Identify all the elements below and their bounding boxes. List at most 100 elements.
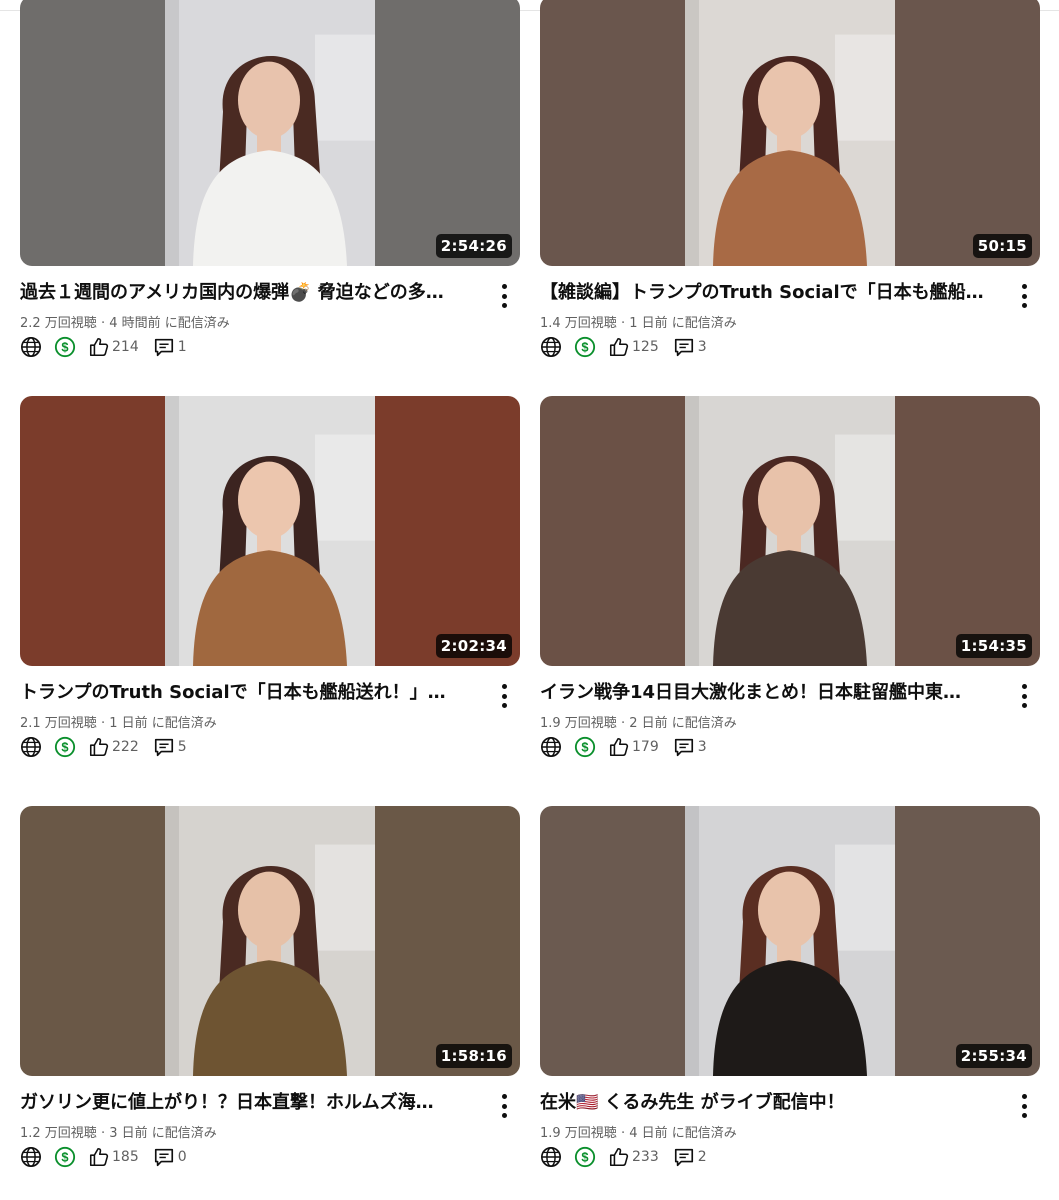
- thumbnail-backdrop-right: [375, 396, 520, 666]
- video-title[interactable]: 【雑談編】トランプのTruth Socialで「日本も艦船…: [540, 282, 990, 304]
- video-title[interactable]: トランプのTruth Socialで「日本も艦船送れ！」…: [20, 682, 470, 704]
- likes-count: 222: [112, 739, 139, 755]
- duration-badge: 1:54:35: [955, 634, 1032, 658]
- video-stats: $ 222 5: [20, 736, 187, 758]
- monetization-dollar-icon: $: [54, 336, 76, 358]
- presenter-figure: [685, 396, 895, 666]
- svg-text:$: $: [61, 740, 68, 755]
- thumbs-up-icon: [609, 737, 629, 757]
- thumbnail-backdrop-right: [895, 396, 1040, 666]
- likes-count: 179: [632, 739, 659, 755]
- video-meta: 2.1 万回視聴 · 1 日前 に配信済み: [20, 716, 217, 731]
- thumbs-up-icon: [89, 1147, 109, 1167]
- video-title[interactable]: ガソリン更に値上がり！？日本直撃！ホルムズ海…: [20, 1092, 470, 1114]
- video-thumbnail[interactable]: 2:55:34: [540, 806, 1040, 1076]
- likes-stat: 233: [608, 1146, 659, 1168]
- presenter-figure: [165, 806, 375, 1076]
- more-options-icon[interactable]: [1014, 684, 1034, 708]
- thumbnail-scene: [165, 806, 375, 1076]
- video-title[interactable]: 在米🇺🇸 くるみ先生 がライブ配信中！: [540, 1092, 990, 1114]
- thumbnail-backdrop-left: [20, 806, 165, 1076]
- video-thumbnail[interactable]: 2:54:26: [20, 0, 520, 266]
- video-title[interactable]: 過去１週間のアメリカ国内の爆弾💣 脅迫などの多…: [20, 282, 470, 304]
- thumbnail-scene: [685, 396, 895, 666]
- video-meta: 1.9 万回視聴 · 4 日前 に配信済み: [540, 1126, 737, 1141]
- video-stats: $ 179 3: [540, 736, 707, 758]
- video-stats: $ 214 1: [20, 336, 187, 358]
- thumbnail-scene: [165, 396, 375, 666]
- monetization-dollar-icon: $: [54, 1146, 76, 1168]
- thumbnail-backdrop-left: [20, 0, 165, 266]
- more-options-icon[interactable]: [494, 684, 514, 708]
- comment-icon: [674, 1148, 693, 1167]
- monetization-dollar-icon: $: [574, 736, 596, 758]
- likes-stat: 222: [88, 736, 139, 758]
- globe-icon: [541, 337, 561, 357]
- thumbnail-scene: [165, 0, 375, 266]
- video-thumbnail[interactable]: 50:15: [540, 0, 1040, 266]
- video-thumbnail[interactable]: 1:54:35: [540, 396, 1040, 666]
- thumbs-up-icon: [609, 337, 629, 357]
- presenter-figure: [165, 396, 375, 666]
- likes-count: 233: [632, 1149, 659, 1165]
- comments-count: 3: [697, 339, 707, 355]
- comments-count: 3: [697, 739, 707, 755]
- svg-text:$: $: [61, 1150, 68, 1165]
- video-meta: 1.4 万回視聴 · 1 日前 に配信済み: [540, 316, 737, 331]
- duration-badge: 2:55:34: [955, 1044, 1032, 1068]
- thumbnail-scene: [685, 806, 895, 1076]
- thumbs-up-icon: [609, 1147, 629, 1167]
- thumbnail-backdrop-left: [540, 0, 685, 266]
- video-meta: 1.2 万回視聴 · 3 日前 に配信済み: [20, 1126, 217, 1141]
- thumbnail-backdrop-right: [375, 806, 520, 1076]
- presenter-figure: [165, 0, 375, 266]
- video-stats: $ 233 2: [540, 1146, 707, 1168]
- svg-text:$: $: [581, 340, 588, 355]
- svg-text:$: $: [581, 1150, 588, 1165]
- svg-text:$: $: [581, 740, 588, 755]
- thumbnail-scene: [685, 0, 895, 266]
- monetization-dollar-icon: $: [574, 1146, 596, 1168]
- likes-count: 125: [632, 339, 659, 355]
- video-thumbnail[interactable]: 2:02:34: [20, 396, 520, 666]
- comment-icon: [674, 338, 693, 357]
- monetization-dollar-icon: $: [574, 336, 596, 358]
- more-options-icon[interactable]: [494, 284, 514, 308]
- thumbnail-backdrop-right: [895, 806, 1040, 1076]
- presenter-figure: [685, 0, 895, 266]
- more-options-icon[interactable]: [1014, 1094, 1034, 1118]
- comments-stat: 5: [153, 736, 187, 758]
- comments-count: 0: [177, 1149, 187, 1165]
- thumbnail-backdrop-right: [375, 0, 520, 266]
- duration-badge: 1:58:16: [435, 1044, 512, 1068]
- comment-icon: [154, 738, 173, 757]
- more-options-icon[interactable]: [494, 1094, 514, 1118]
- globe-icon: [541, 737, 561, 757]
- comment-icon: [154, 1148, 173, 1167]
- thumbnail-backdrop-right: [895, 0, 1040, 266]
- more-options-icon[interactable]: [1014, 284, 1034, 308]
- likes-stat: 185: [88, 1146, 139, 1168]
- globe-icon: [21, 337, 41, 357]
- video-stats: $ 125 3: [540, 336, 707, 358]
- globe-icon: [21, 737, 41, 757]
- comments-stat: 0: [153, 1146, 187, 1168]
- comments-stat: 3: [673, 336, 707, 358]
- video-thumbnail[interactable]: 1:58:16: [20, 806, 520, 1076]
- comments-stat: 2: [673, 1146, 707, 1168]
- video-title[interactable]: イラン戦争14日目大激化まとめ！日本駐留艦中東…: [540, 682, 990, 704]
- comments-count: 2: [697, 1149, 707, 1165]
- comments-stat: 3: [673, 736, 707, 758]
- duration-badge: 2:02:34: [435, 634, 512, 658]
- presenter-figure: [685, 806, 895, 1076]
- thumbs-up-icon: [89, 737, 109, 757]
- comments-count: 5: [177, 739, 187, 755]
- video-stats: $ 185 0: [20, 1146, 187, 1168]
- duration-badge: 50:15: [972, 234, 1032, 258]
- comments-count: 1: [177, 339, 187, 355]
- svg-text:$: $: [61, 340, 68, 355]
- video-meta: 2.2 万回視聴 · 4 時間前 に配信済み: [20, 316, 230, 331]
- likes-stat: 214: [88, 336, 139, 358]
- monetization-dollar-icon: $: [54, 736, 76, 758]
- comment-icon: [674, 738, 693, 757]
